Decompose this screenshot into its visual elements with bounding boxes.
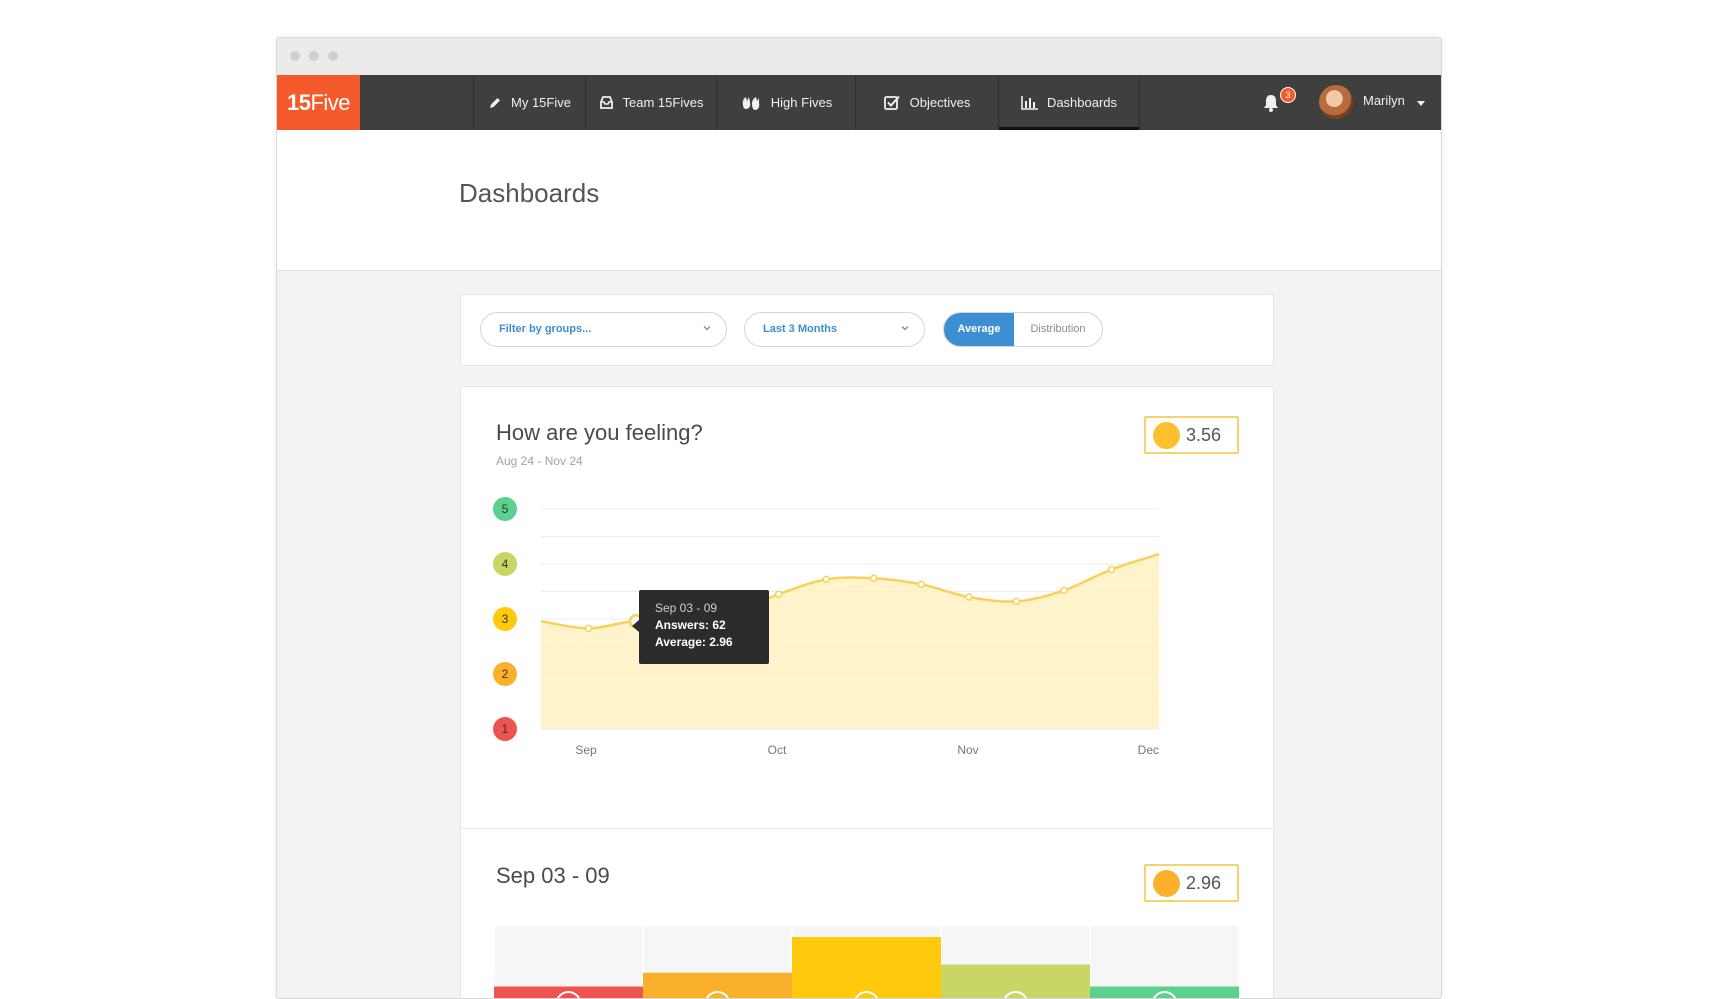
notification-badge: 3 (1280, 87, 1296, 103)
y-tick-label: 1 (502, 722, 509, 736)
window-minimize-dot[interactable] (309, 51, 319, 61)
y-tick-label: 3 (502, 612, 509, 626)
page-title: Dashboards (459, 178, 599, 209)
feeling-area-chart: 1 2 3 4 5 Sep Oct Nov Dec (461, 387, 1273, 807)
nav-item-label: Objectives (910, 95, 971, 110)
week-distribution-chart: 12345 (461, 926, 1273, 999)
chart-tooltip: Sep 03 - 09 Answers: 62 Average: 2.96 (639, 590, 769, 664)
x-tick-label: Dec (1138, 743, 1159, 757)
bar-3 (792, 937, 941, 999)
data-point (871, 575, 877, 581)
bell-icon[interactable] (1262, 93, 1280, 113)
week-score-value: 2.96 (1186, 873, 1221, 894)
data-point (1013, 598, 1019, 604)
distribution-toggle-button[interactable]: Distribution (1014, 313, 1102, 346)
week-score-badge: 2.96 (1144, 864, 1239, 902)
page-header: Dashboards (277, 130, 1441, 271)
window-close-dot[interactable] (290, 51, 300, 61)
group-filter-placeholder: Filter by groups... (499, 323, 591, 335)
area-fill (541, 554, 1159, 729)
score-dot-icon (1153, 870, 1180, 897)
bar-chart-icon (1021, 96, 1038, 110)
chevron-down-icon (702, 323, 712, 333)
data-point (918, 581, 924, 587)
high-five-icon (740, 95, 762, 111)
browser-window: 15Five My 15Five Team 15Fives High Fives… (276, 37, 1442, 999)
filter-bar: Filter by groups... Last 3 Months Averag… (460, 294, 1274, 366)
x-tick-label: Nov (957, 743, 978, 757)
data-point (1061, 587, 1067, 593)
logo[interactable]: 15Five (277, 75, 360, 130)
nav-item-high-fives[interactable]: High Fives (716, 75, 855, 130)
y-tick-label: 4 (502, 557, 509, 571)
x-tick-label: Oct (768, 743, 787, 757)
avatar[interactable] (1319, 85, 1353, 119)
logo-bold-text: 15 (287, 90, 310, 115)
y-tick-label: 2 (502, 667, 509, 681)
chevron-down-icon[interactable] (1417, 101, 1425, 106)
nav-item-my-15five[interactable]: My 15Five (473, 75, 585, 130)
nav-item-dashboards[interactable]: Dashboards (998, 75, 1140, 130)
data-point (966, 594, 972, 600)
nav-item-objectives[interactable]: Objectives (855, 75, 998, 130)
top-navigation: 15Five My 15Five Team 15Fives High Fives… (277, 75, 1441, 130)
nav-item-label: Dashboards (1047, 95, 1117, 110)
x-tick-label: Sep (575, 743, 597, 757)
window-titlebar (277, 38, 1441, 75)
inbox-icon (599, 96, 614, 109)
date-range-value: Last 3 Months (763, 323, 837, 335)
date-range-select[interactable]: Last 3 Months (744, 312, 925, 347)
tooltip-answers: Answers: 62 (655, 617, 769, 634)
feeling-card: How are you feeling? Aug 24 - Nov 24 3.5… (460, 386, 1274, 999)
checkbox-icon (884, 95, 901, 110)
card-divider (461, 828, 1273, 829)
window-zoom-dot[interactable] (328, 51, 338, 61)
y-tick-label: 5 (502, 502, 509, 516)
pencil-icon (488, 96, 502, 110)
data-point (586, 625, 592, 631)
data-point (823, 576, 829, 582)
nav-item-label: High Fives (771, 95, 832, 110)
data-point (776, 591, 782, 597)
chevron-down-icon (900, 323, 910, 333)
nav-item-team-15fives[interactable]: Team 15Fives (585, 75, 716, 130)
data-point (1108, 567, 1114, 573)
logo-text: Five (310, 90, 350, 115)
tooltip-date: Sep 03 - 09 (655, 600, 769, 617)
week-title: Sep 03 - 09 (496, 863, 610, 889)
average-toggle-button[interactable]: Average (944, 313, 1014, 346)
tooltip-average: Average: 2.96 (655, 634, 769, 651)
nav-item-label: Team 15Fives (623, 95, 704, 110)
group-filter-select[interactable]: Filter by groups... (480, 312, 727, 347)
nav-item-label: My 15Five (511, 95, 571, 110)
view-toggle: Average Distribution (943, 312, 1103, 347)
user-name[interactable]: Marilyn (1363, 93, 1405, 108)
